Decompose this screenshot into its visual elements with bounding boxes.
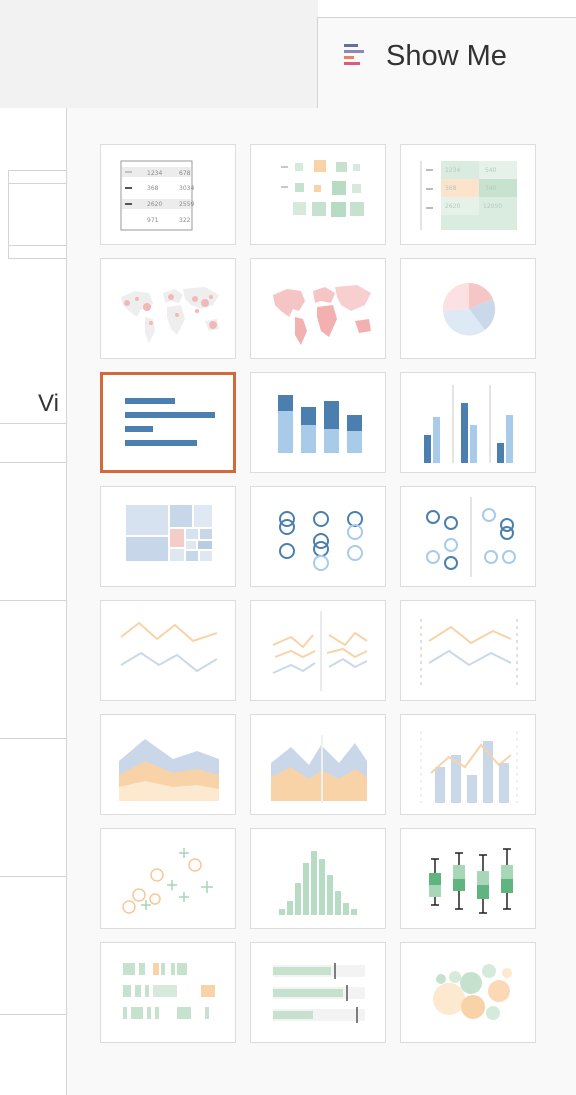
divider	[0, 876, 66, 877]
chart-option-text-table[interactable]: 1234 678 368 3034 2620 2559 971 322	[100, 144, 236, 245]
divider	[8, 170, 9, 258]
chart-option-horizontal-bars[interactable]	[100, 372, 236, 473]
chart-option-filled-map[interactable]	[250, 258, 386, 359]
table-cell: 540	[485, 167, 497, 174]
chart-option-histogram[interactable]	[250, 828, 386, 929]
table-cell: 2620	[147, 201, 162, 208]
chart-option-highlight-table[interactable]: 1234 540 368 340 2620 12050	[400, 144, 536, 245]
table-cell: 368	[445, 185, 457, 192]
divider	[0, 738, 66, 739]
histogram-icon	[279, 851, 357, 915]
chart-option-heat-map[interactable]	[250, 144, 386, 245]
divider	[8, 170, 66, 171]
show-me-label: Show Me	[386, 40, 507, 72]
dual-lines-icon	[420, 619, 518, 687]
scatter-plot-icon	[122, 848, 213, 914]
divider	[8, 183, 66, 184]
chart-option-stacked-bars[interactable]	[250, 372, 386, 473]
side-by-side-circles-icon	[426, 497, 516, 577]
table-cell: 340	[485, 185, 497, 192]
table-cell: 2620	[445, 203, 460, 210]
stacked-bars-icon	[278, 395, 362, 453]
discrete-area-icon	[271, 735, 367, 803]
continuous-area-icon	[119, 739, 219, 801]
gantt-chart-icon	[123, 963, 215, 1019]
divider	[0, 462, 66, 463]
chart-option-gantt-chart[interactable]	[100, 942, 236, 1043]
divider	[0, 600, 66, 601]
discrete-lines-icon	[272, 611, 368, 691]
circle-views-icon	[279, 511, 363, 571]
packed-bubbles-icon	[433, 964, 512, 1020]
worksheet-area[interactable]	[0, 108, 66, 1095]
symbol-map-icon	[121, 287, 219, 343]
dual-combination-icon	[420, 731, 518, 803]
chart-option-dual-lines[interactable]	[400, 600, 536, 701]
chart-option-symbol-map[interactable]	[100, 258, 236, 359]
chart-option-pie-chart[interactable]	[400, 258, 536, 359]
chart-option-circle-views[interactable]	[250, 486, 386, 587]
chart-option-scatter-plot[interactable]	[100, 828, 236, 929]
bullet-graph-icon	[273, 963, 365, 1023]
treemap-icon	[126, 505, 212, 561]
table-cell: 1234	[147, 170, 162, 177]
show-me-tab[interactable]: Show Me	[317, 17, 576, 109]
table-cell: 2559	[179, 201, 194, 208]
horizontal-bars-icon	[125, 398, 215, 446]
chart-option-discrete-lines[interactable]	[250, 600, 386, 701]
chart-option-dual-combination[interactable]	[400, 714, 536, 815]
heat-map-icon	[281, 160, 364, 217]
divider	[8, 245, 66, 246]
chart-option-side-by-side-circles[interactable]	[400, 486, 536, 587]
filled-map-icon	[273, 285, 371, 345]
continuous-lines-icon	[120, 621, 218, 673]
table-cell: 678	[179, 170, 191, 177]
table-cell: 3034	[179, 185, 194, 192]
chart-option-box-and-whisker[interactable]	[400, 828, 536, 929]
divider	[0, 1014, 66, 1015]
table-cell: 322	[179, 217, 191, 224]
divider	[0, 423, 66, 424]
chart-option-continuous-area[interactable]	[100, 714, 236, 815]
side-by-side-bars-icon	[424, 385, 513, 463]
table-cell: 1234	[445, 167, 460, 174]
divider	[8, 258, 66, 259]
chart-option-continuous-lines[interactable]	[100, 600, 236, 701]
chart-option-side-by-side-bars[interactable]	[400, 372, 536, 473]
table-cell: 12050	[483, 203, 502, 210]
highlight-table-icon: 1234 540 368 340 2620 12050	[420, 161, 518, 230]
show-me-bars-icon	[344, 44, 364, 65]
chart-option-discrete-area[interactable]	[250, 714, 386, 815]
text-table-icon: 1234 678 368 3034 2620 2559 971 322	[120, 160, 194, 231]
pie-chart-icon	[442, 282, 496, 336]
box-and-whisker-icon	[429, 848, 513, 914]
column-header-partial: Vi	[38, 390, 59, 417]
chart-option-bullet-graph[interactable]	[250, 942, 386, 1043]
table-cell: 368	[147, 185, 159, 192]
table-cell: 971	[147, 217, 159, 224]
chart-option-packed-bubbles[interactable]	[400, 942, 536, 1043]
toolbar-background	[0, 0, 318, 109]
chart-option-treemap[interactable]	[100, 486, 236, 587]
